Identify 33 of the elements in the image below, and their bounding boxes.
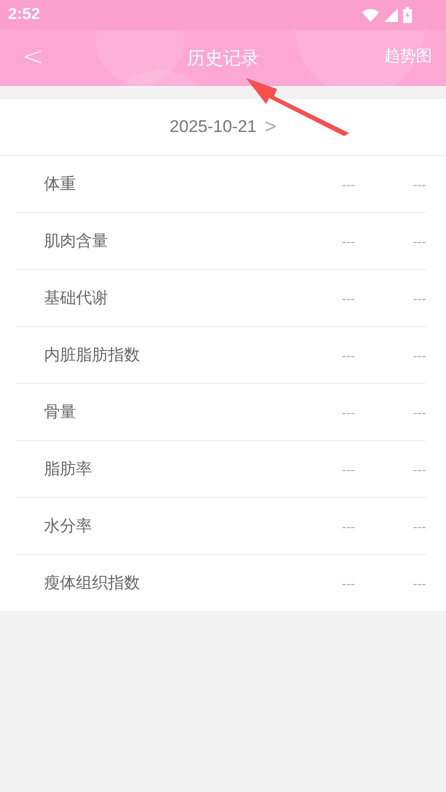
metric-value: --- [342, 576, 355, 590]
metric-value: --- [413, 176, 426, 192]
back-button[interactable]: < [18, 42, 48, 72]
metric-value: --- [342, 404, 355, 420]
wifi-icon [362, 8, 379, 22]
metric-name: 体重 [43, 174, 77, 194]
metric-name: 脂肪率 [43, 458, 93, 480]
page-title: 历史记录 [187, 47, 259, 70]
next-date-button[interactable]: > [264, 116, 276, 138]
metric-name: 内脏脂肪指数 [43, 344, 141, 366]
metric-name: 肌肉含量 [43, 230, 109, 252]
metric-value: --- [413, 234, 426, 248]
metric-value: --- [413, 404, 426, 420]
status-time: 2:52 [8, 6, 40, 24]
metric-name: 骨量 [43, 402, 77, 422]
metric-value: --- [342, 518, 355, 534]
metric-value: --- [413, 462, 426, 476]
trend-chart-button[interactable]: 趋势图 [384, 46, 432, 67]
metric-value: --- [413, 518, 426, 534]
metric-value: --- [413, 348, 426, 362]
metric-value: --- [342, 462, 355, 476]
metric-value: --- [342, 234, 355, 248]
metric-value: --- [413, 576, 426, 590]
metric-name: 瘦体组织指数 [43, 572, 141, 594]
metric-name: 基础代谢 [43, 288, 109, 308]
metric-name: 水分率 [43, 516, 93, 536]
metric-value: --- [342, 176, 355, 192]
metric-value: --- [342, 348, 355, 362]
date-label: 2025-10-21 [170, 117, 257, 137]
signal-icon [384, 8, 398, 22]
metric-value: --- [413, 290, 426, 306]
metric-value: --- [342, 290, 355, 306]
battery-icon [403, 7, 412, 23]
